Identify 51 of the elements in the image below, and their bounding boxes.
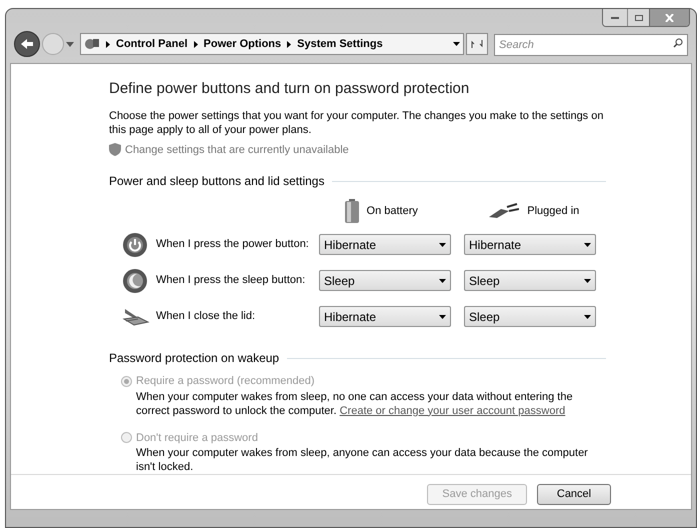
refresh-icon [471,39,483,49]
left-arrow-icon [20,38,34,50]
column-header: Plugged in [527,204,580,219]
history-caret-icon[interactable] [66,42,74,46]
dropdown-arrow-icon [439,242,446,246]
cancel-button[interactable]: Cancel [537,484,611,505]
section-title: Password protection on wakeup [109,350,280,367]
section-title: Power and sleep buttons and lid settings [109,173,324,190]
dropdown-arrow-icon [584,278,591,282]
option-description: When your computer wakes from sleep, no one can access your data without entering the correct password to unlock the computer. Create or change your user account password [135,390,574,418]
refresh-button[interactable] [466,33,488,55]
plug-icon [489,203,520,219]
address-bar[interactable]: Control Panel Power Options System Settings [80,33,464,55]
row-label: When I close the lid: [156,309,256,324]
breadcrumb[interactable]: Control Panel [116,36,188,52]
breadcrumb[interactable]: System Settings [297,36,383,52]
breadcrumb-arrow-icon[interactable] [194,40,198,48]
shield-icon [109,143,121,156]
search-icon [673,38,683,48]
radio-label: Don't require a password [136,430,258,446]
close-icon [665,14,674,22]
dropdown[interactable]: Sleep [319,270,451,291]
control-panel-icon [84,37,100,51]
battery-icon [344,199,359,223]
back-button[interactable] [14,31,40,57]
row-label: When I press the sleep button: [156,273,306,288]
dropdown[interactable]: Hibernate [319,234,451,255]
dropdown-arrow-icon[interactable] [453,42,460,46]
page-heading: Define power buttons and turn on password protection [109,79,470,99]
dropdown[interactable]: Sleep [464,306,596,327]
close-button[interactable] [649,9,689,26]
power-icon [122,232,148,258]
radio-label: Require a password (recommended) [136,374,315,389]
search-field[interactable]: Search [494,34,688,56]
row-label: When I press the power button: [156,237,310,252]
column-header: On battery [366,204,418,219]
maximize-button[interactable] [627,9,649,26]
breadcrumb[interactable]: Power Options [204,36,282,52]
breadcrumb-arrow-icon[interactable] [287,40,292,48]
dropdown-arrow-icon [439,314,446,318]
dropdown-arrow-icon [439,278,446,282]
moon-icon [122,268,148,294]
dropdown-arrow-icon [584,314,591,318]
dropdown-arrow-icon [584,242,591,246]
dropdown[interactable]: Hibernate [464,234,596,255]
breadcrumb-arrow-icon[interactable] [106,40,110,48]
dropdown[interactable]: Hibernate [319,306,451,327]
dropdown[interactable]: Sleep [464,270,596,291]
minimize-button[interactable] [603,9,627,26]
option-description: When your computer wakes from sleep, anyone can access your data because the computer isn't locked. [135,446,589,474]
intro-text: Choose the power settings that you want for your computer. The changes you make to the settings on this page apply to all of your power plans. [109,108,604,136]
